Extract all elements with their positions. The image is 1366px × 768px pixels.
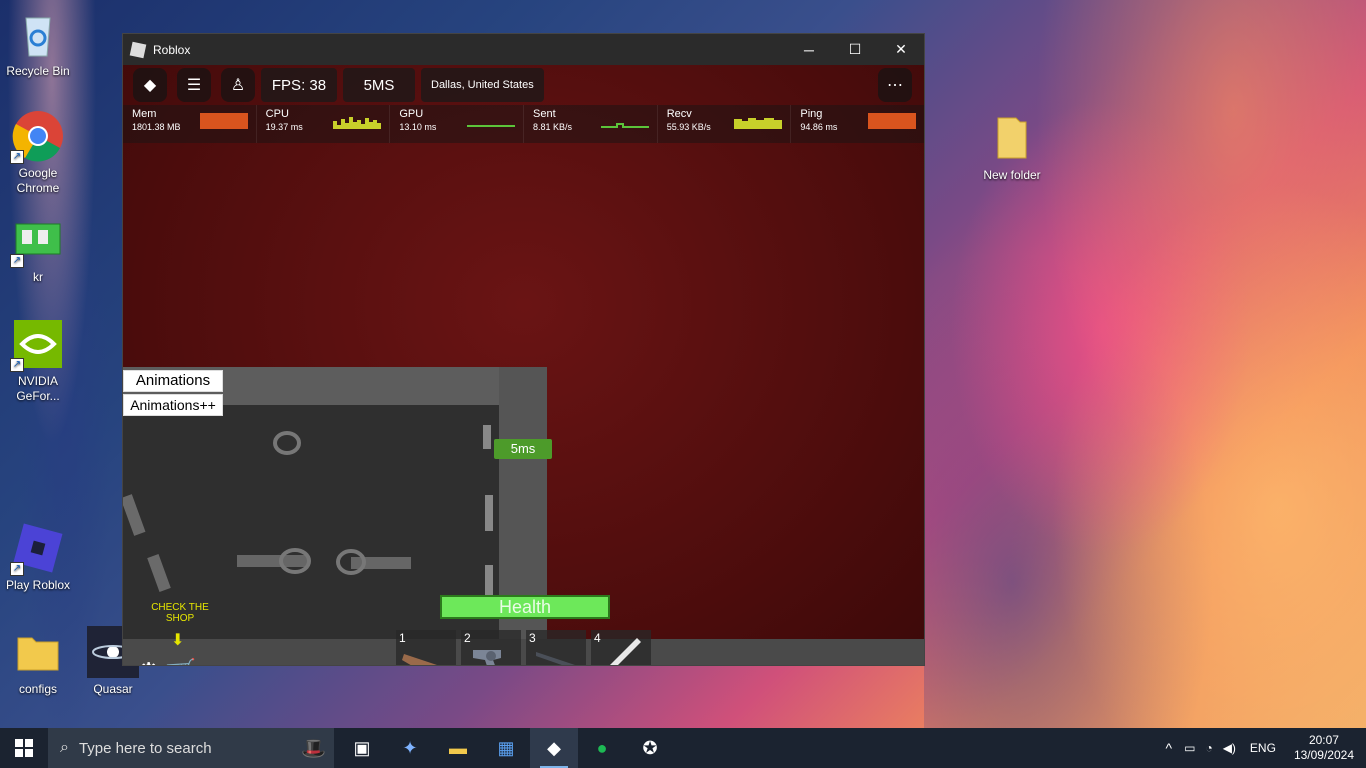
- shortcut-arrow-icon: ↗: [10, 358, 24, 372]
- ping-badge: 5ms: [494, 439, 552, 459]
- game-topbar: ◆ ☰ ♙ FPS: 38 5MS Dallas, United States …: [123, 65, 924, 105]
- animations-button[interactable]: Animations: [123, 370, 223, 392]
- windows-logo-icon: [15, 739, 33, 757]
- settings-gear-icon[interactable]: ⚙: [137, 657, 160, 665]
- stat-gpu: GPU 13.10 ms: [390, 105, 525, 143]
- stat-sent: Sent 8.81 KB/s: [524, 105, 658, 143]
- search-placeholder: Type here to search: [78, 739, 212, 757]
- stat-graph: [734, 113, 783, 129]
- roblox-icon: ↗: [10, 522, 64, 576]
- shortcut-arrow-icon: ↗: [10, 254, 24, 268]
- health-bar: Health: [440, 595, 610, 619]
- chat-button[interactable]: ☰: [177, 68, 211, 102]
- stat-cpu: CPU 19.37 ms: [257, 105, 391, 143]
- stat-mem: Mem 1801.38 MB: [123, 105, 257, 143]
- app-star-button[interactable]: ✪: [626, 728, 674, 768]
- taskbar-search[interactable]: ⌕ Type here to search 🎩: [48, 728, 334, 768]
- file-explorer-button[interactable]: ▬: [434, 728, 482, 768]
- desktop-icon-label: Quasar: [93, 682, 133, 696]
- microsoft-store-button[interactable]: ▦: [482, 728, 530, 768]
- maximize-button[interactable]: ☐: [832, 34, 878, 65]
- slot-number: 2: [464, 631, 471, 645]
- slot-number: 3: [529, 631, 536, 645]
- performance-stats: Mem 1801.38 MB CPU 19.37 ms GPU 13.10 ms…: [123, 105, 924, 143]
- wallpaper-sunset: [924, 0, 1366, 728]
- task-view-button[interactable]: ▣: [338, 728, 386, 768]
- animations-plus-button[interactable]: Animations++: [123, 394, 223, 416]
- minimize-button[interactable]: ─: [786, 34, 832, 65]
- folder-icon: [986, 112, 1038, 164]
- clock-date: 13/09/2024: [1293, 748, 1354, 762]
- desktop-icon-label: configs: [18, 682, 58, 696]
- window-titlebar[interactable]: Roblox ─ ☐ ✕: [123, 34, 924, 65]
- hotbar-slot-3[interactable]: 3: [526, 630, 586, 665]
- kr-icon: ↗: [10, 214, 64, 268]
- battery-icon[interactable]: ▭: [1184, 741, 1195, 755]
- start-button[interactable]: [0, 728, 48, 768]
- stat-graph: [333, 113, 382, 129]
- shop-hint: CHECK THE SHOP: [151, 602, 209, 624]
- hotbar-slot-4[interactable]: 4: [591, 630, 651, 665]
- stat-ping: Ping 94.86 ms: [791, 105, 924, 143]
- desktop-icon-recycle-bin[interactable]: Recycle Bin: [0, 8, 76, 79]
- chevron-up-icon[interactable]: ^: [1166, 740, 1173, 756]
- stat-graph: [600, 113, 649, 129]
- desktop-icon-label: Play Roblox: [5, 578, 71, 592]
- close-button[interactable]: ✕: [878, 34, 924, 65]
- search-icon: ⌕: [60, 739, 69, 756]
- stat-graph: [199, 113, 248, 129]
- clock-time: 20:07: [1308, 733, 1339, 747]
- desktop-icon-kr[interactable]: ↗ kr: [0, 214, 76, 285]
- recycle-bin-icon: [12, 8, 64, 60]
- system-tray: ^ ▭ ◔ ◀) ENG 20:07 13/09/2024: [1166, 728, 1366, 768]
- desktop-icon-configs[interactable]: configs: [0, 626, 76, 697]
- arrow-down-icon: ⬇: [171, 632, 185, 649]
- window-title: Roblox: [153, 42, 191, 57]
- desktop-icon-label: New folder: [983, 168, 1041, 182]
- game-floor-inner: [123, 405, 499, 665]
- desktop-icon-chrome[interactable]: ↗ Google Chrome: [0, 110, 76, 196]
- speaker-icon[interactable]: ◀): [1223, 741, 1236, 755]
- shopping-cart-icon[interactable]: 🛒: [164, 657, 196, 665]
- game-viewport[interactable]: ◆ ☰ ♙ FPS: 38 5MS Dallas, United States …: [123, 65, 924, 665]
- shop-controls: ⚙ 🛒: [137, 657, 197, 665]
- roblox-menu-button[interactable]: ◆: [133, 68, 167, 102]
- search-highlight-icon: 🎩: [301, 737, 326, 760]
- game-ground-strip: [123, 639, 924, 665]
- roblox-window[interactable]: Roblox ─ ☐ ✕ ◆ ☰ ♙ FPS: 38 5MS Dallas, U…: [123, 34, 924, 665]
- stat-graph: [467, 113, 516, 129]
- desktop-icon-nvidia[interactable]: ↗ NVIDIA GeFor...: [0, 318, 76, 404]
- hotbar-slot-2[interactable]: 2: [461, 630, 521, 665]
- shortcut-arrow-icon: ↗: [10, 150, 24, 164]
- language-indicator[interactable]: ENG: [1250, 741, 1276, 755]
- game-floor-wall-right: [499, 367, 547, 665]
- stat-graph: [868, 113, 917, 129]
- ms-display: 5MS: [343, 68, 415, 102]
- slot-number: 4: [594, 631, 601, 645]
- desktop-icon-label: NVIDIA GeFor...: [16, 374, 60, 403]
- desktop-icon-label: Recycle Bin: [6, 64, 70, 78]
- roblox-taskbar-button[interactable]: ◆: [530, 728, 578, 768]
- desktop-icon-label: kr: [33, 270, 43, 284]
- hotbar-slot-1[interactable]: 1: [396, 630, 456, 665]
- shortcut-arrow-icon: ↗: [10, 562, 24, 576]
- folder-icon: [12, 626, 64, 678]
- desktop-icon-label: Google Chrome: [16, 166, 60, 195]
- roblox-logo-icon: [129, 41, 147, 58]
- desktop-icon-play-roblox[interactable]: ↗ Play Roblox: [0, 522, 76, 593]
- wifi-icon[interactable]: ◔: [1205, 741, 1212, 755]
- stat-recv: Recv 55.93 KB/s: [658, 105, 792, 143]
- clock[interactable]: 20:07 13/09/2024: [1294, 733, 1354, 763]
- copilot-button[interactable]: ✦: [386, 728, 434, 768]
- avatar-button[interactable]: ♙: [221, 68, 255, 102]
- more-options-button[interactable]: ⋯: [878, 68, 912, 102]
- chrome-icon: ↗: [10, 110, 64, 164]
- spotify-button[interactable]: ●: [578, 728, 626, 768]
- location-display: Dallas, United States: [421, 68, 544, 102]
- slot-number: 1: [399, 631, 406, 645]
- taskbar: ⌕ Type here to search 🎩 ▣ ✦ ▬ ▦ ◆ ● ✪ ^ …: [0, 728, 1366, 768]
- desktop-icon-new-folder[interactable]: New folder: [974, 112, 1050, 183]
- fps-display: FPS: 38: [261, 68, 337, 102]
- nvidia-icon: ↗: [10, 318, 64, 372]
